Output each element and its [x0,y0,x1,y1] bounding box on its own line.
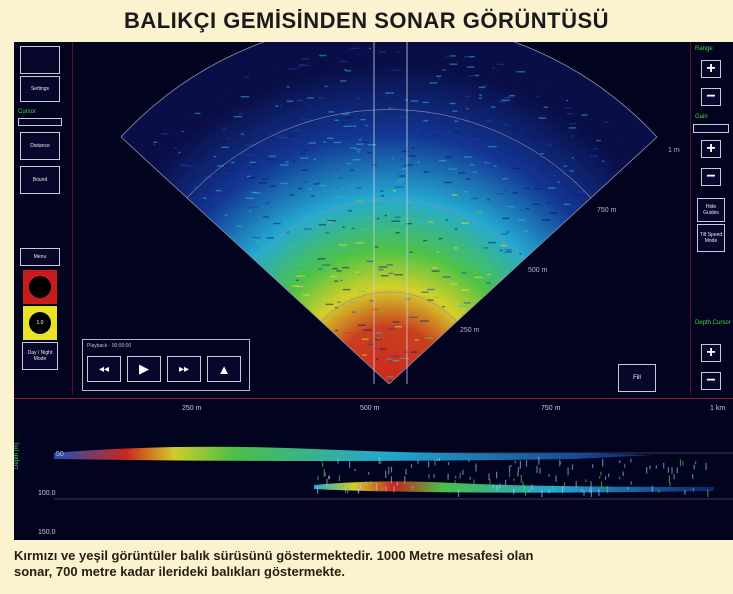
menu-button[interactable]: Menu [20,248,60,266]
cursor-field[interactable] [18,118,62,126]
left-control-panel: Settings Cursor Distance Bound Menu 1.0 … [14,42,73,395]
caption-line-1: Kırmızı ve yeşil görüntüler balık sürüsü… [14,548,534,563]
echogram-display [54,446,733,500]
day-night-mode-button[interactable]: Day / Night Mode [22,342,58,370]
yellow-dial[interactable]: 1.0 [23,306,57,340]
range-label-750: 750 m [597,207,617,214]
eject-button[interactable]: ▲ [207,356,241,382]
red-dial-center [29,276,51,298]
right-control-panel: Range + − Gain + − Hide Guides Tilt Spee… [690,42,733,395]
depth-axis-label: Depth (m) [14,442,20,469]
tilt-speed-mode-button[interactable]: Tilt Speed Mode [697,224,725,252]
cursor-label: Cursor [18,109,37,115]
depth-label-50: 50 [56,451,64,458]
playback-controls: Playback · 00:00:00 ◂◂ ▶ ▸▸ ▲ [82,339,250,391]
distance-button[interactable]: Distance [20,132,60,160]
depth-minus-button[interactable]: − [701,372,721,390]
range-minus-button[interactable]: − [701,88,721,106]
gain-plus-button[interactable]: + [701,140,721,158]
depth-plus-button[interactable]: + [701,344,721,362]
red-dial[interactable] [23,270,57,304]
play-button[interactable]: ▶ [127,356,161,382]
playback-label: Playback · 00:00:00 [87,343,132,349]
range-label-250: 250 m [460,327,480,334]
bound-button[interactable]: Bound [20,166,60,194]
depth-label-150: 150.0 [38,529,56,536]
hide-guides-button[interactable]: Hide Guides [697,198,725,222]
sonar-screen: 750 m 500 m 250 m 1 m Settings Cursor Di… [14,42,733,540]
settings-button[interactable]: Settings [20,76,60,102]
fill-button[interactable]: Fill [618,364,656,392]
rewind-button[interactable]: ◂◂ [87,356,121,382]
range-label: Range [695,46,713,52]
edge-label: 1 m [668,147,680,154]
fast-forward-button[interactable]: ▸▸ [167,356,201,382]
gain-field[interactable] [693,124,729,133]
caption: Kırmızı ve yeşil görüntüler balık sürüsü… [14,548,729,580]
range-plus-button[interactable]: + [701,60,721,78]
echo-band-upper [54,446,654,461]
gain-label: Gain [695,114,708,120]
gain-minus-button[interactable]: − [701,168,721,186]
page-title: BALIKÇI GEMİSİNDEN SONAR GÖRÜNTÜSÜ [123,8,610,33]
yellow-dial-value: 1.0 [29,312,51,334]
echogram-panel: 250 m 500 m 750 m 1 km 50 100.0 150.0 De… [14,398,733,540]
depth-label-100: 100.0 [38,490,56,497]
caption-line-2: sonar, 700 metre kadar ilerideki balıkla… [14,564,345,579]
blank-button[interactable] [20,46,60,74]
depth-cursor-label: Depth Cursor [695,320,731,326]
range-label-500: 500 m [528,267,548,274]
